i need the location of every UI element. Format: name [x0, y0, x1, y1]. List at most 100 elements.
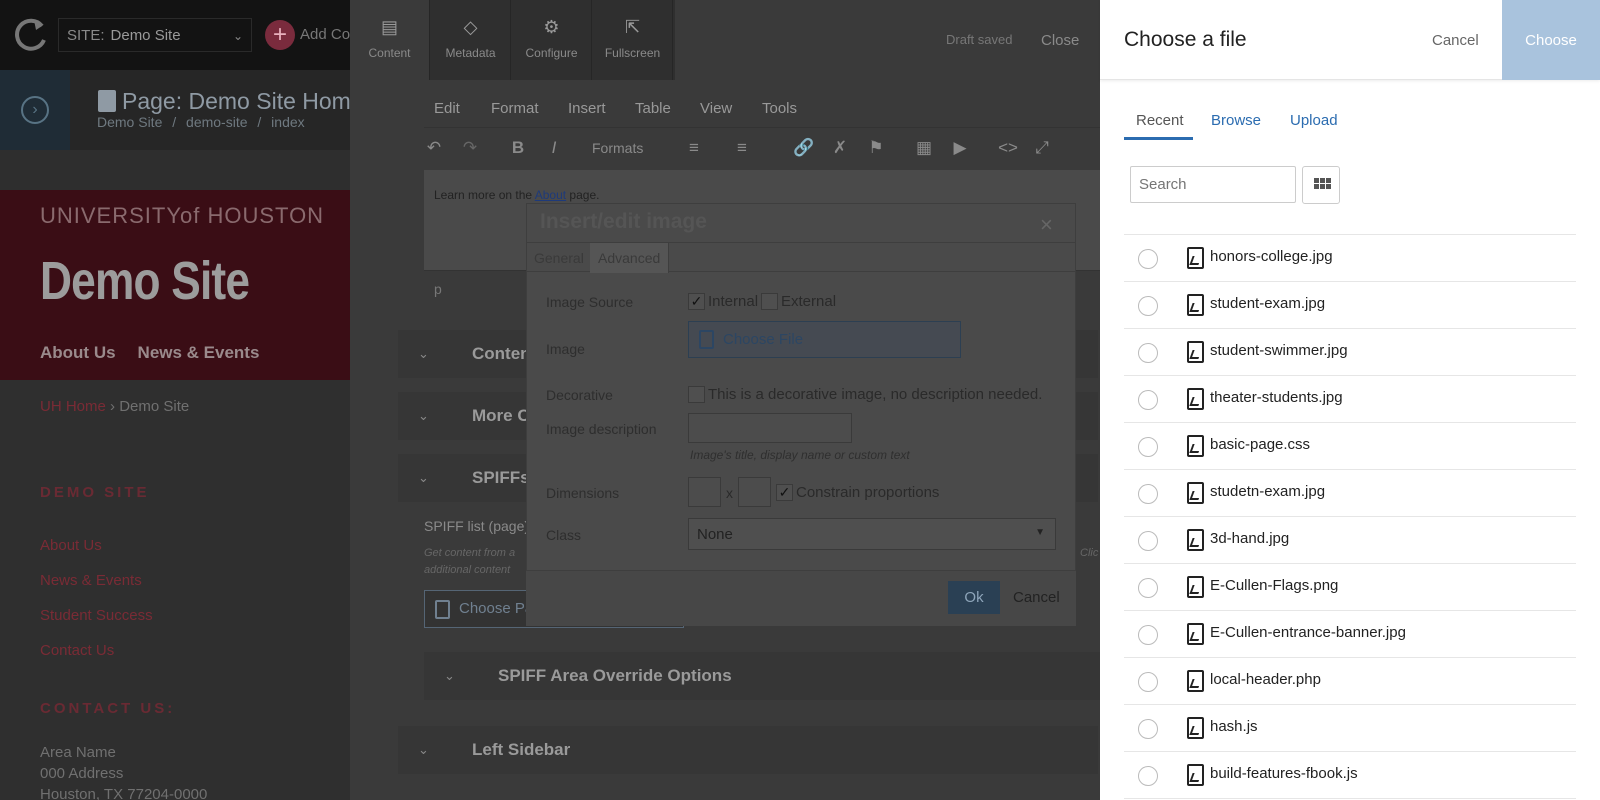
preview-address-line: Area Name: [40, 744, 116, 761]
file-list-item[interactable]: E-Cullen-Flags.png: [1124, 564, 1576, 611]
close-icon[interactable]: ×: [1040, 212, 1053, 238]
preview-nav-news[interactable]: News & Events: [138, 343, 260, 362]
tab-browse[interactable]: Browse: [1211, 112, 1261, 129]
redo-icon[interactable]: ↷: [458, 138, 482, 158]
ok-button[interactable]: Ok: [948, 581, 1000, 614]
preview-crumb-home[interactable]: UH Home: [40, 398, 106, 415]
section-spiff-override[interactable]: ⌄ SPIFF Area Override Options: [424, 652, 1100, 700]
internal-checkbox[interactable]: ✓: [688, 293, 705, 310]
file-search-input[interactable]: [1130, 166, 1296, 203]
numbered-list-icon[interactable]: ≡: [730, 138, 754, 158]
menu-tools[interactable]: Tools: [762, 100, 797, 117]
file-list-item[interactable]: hash.js: [1124, 705, 1576, 752]
tab-advanced[interactable]: Advanced: [590, 243, 670, 273]
file-radio[interactable]: [1138, 625, 1158, 645]
file-list-item[interactable]: basic-page.css: [1124, 423, 1576, 470]
file-radio[interactable]: [1138, 719, 1158, 739]
menu-insert[interactable]: Insert: [568, 100, 606, 117]
tab-content[interactable]: ▤ Content: [350, 0, 430, 80]
bullet-list-icon[interactable]: ≡: [682, 138, 706, 158]
file-list-item[interactable]: 3d-hand.jpg: [1124, 517, 1576, 564]
media-icon[interactable]: ▶: [948, 138, 972, 158]
site-value: Demo Site: [110, 27, 181, 44]
file-list-item[interactable]: E-Cullen-entrance-banner.jpg: [1124, 611, 1576, 658]
menu-format[interactable]: Format: [491, 100, 539, 117]
preview-sidebar-link[interactable]: News & Events: [40, 572, 142, 589]
file-list-item[interactable]: build-features-fbook.js: [1124, 752, 1576, 799]
file-radio[interactable]: [1138, 296, 1158, 316]
bookmark-icon[interactable]: ⚑: [864, 138, 888, 158]
source-code-icon[interactable]: <>: [996, 138, 1020, 158]
file-radio[interactable]: [1138, 578, 1158, 598]
choose-file-button[interactable]: Choose File: [688, 321, 961, 358]
grid-view-icon[interactable]: [1302, 166, 1340, 204]
tab-general[interactable]: General: [526, 243, 593, 273]
tab-configure[interactable]: ⚙ Configure: [512, 0, 592, 80]
bold-icon[interactable]: B: [506, 138, 530, 158]
tab-fullscreen[interactable]: ⇱ Fullscreen: [593, 0, 673, 80]
undo-icon[interactable]: ↶: [422, 138, 446, 158]
file-radio[interactable]: [1138, 437, 1158, 457]
menu-view[interactable]: View: [700, 100, 732, 117]
image-icon[interactable]: ▦: [912, 138, 936, 158]
cms-logo-icon[interactable]: [12, 16, 48, 52]
tab-label: Fullscreen: [604, 46, 661, 60]
height-input[interactable]: [738, 477, 771, 507]
dimension-separator: x: [726, 485, 733, 501]
fullscreen-icon[interactable]: ⤢: [1030, 138, 1054, 158]
tab-recent[interactable]: Recent: [1136, 112, 1184, 129]
rte-link-about[interactable]: About: [535, 188, 566, 202]
menu-table[interactable]: Table: [635, 100, 671, 117]
file-chooser-cancel-button[interactable]: Cancel: [1432, 32, 1479, 49]
width-input[interactable]: [688, 477, 721, 507]
file-list-item[interactable]: theater-students.jpg: [1124, 376, 1576, 423]
file-list-item[interactable]: student-swimmer.jpg: [1124, 329, 1576, 376]
breadcrumb-folder[interactable]: demo-site: [186, 114, 247, 130]
file-list-item[interactable]: student-exam.jpg: [1124, 282, 1576, 329]
external-checkbox[interactable]: [761, 293, 778, 310]
stage: SITE: Demo Site ⌄ + Add Co › Page: Demo S…: [0, 0, 1600, 800]
file-radio[interactable]: [1138, 484, 1158, 504]
sidebar-toggle-button[interactable]: ›: [0, 70, 70, 150]
constrain-checkbox[interactable]: ✓: [776, 484, 793, 501]
preview-sidebar-link[interactable]: Student Success: [40, 607, 153, 624]
editor-close-button[interactable]: Close: [1041, 32, 1079, 49]
decorative-checkbox[interactable]: [688, 386, 705, 403]
dialog-cancel-button[interactable]: Cancel: [1013, 589, 1060, 606]
file-radio[interactable]: [1138, 390, 1158, 410]
file-list-item[interactable]: honors-college.jpg: [1124, 235, 1576, 282]
image-description-input[interactable]: [688, 413, 852, 443]
section-left-sidebar[interactable]: ⌄ Left Sidebar: [398, 726, 1098, 774]
preview-contact-heading: CONTACT US:: [40, 700, 176, 717]
italic-icon[interactable]: I: [542, 138, 566, 158]
tab-upload[interactable]: Upload: [1290, 112, 1338, 129]
class-select[interactable]: None ▼: [688, 518, 1056, 550]
file-icon: [1187, 529, 1204, 551]
breadcrumb-site[interactable]: Demo Site: [97, 114, 162, 130]
add-content-plus-icon[interactable]: +: [265, 20, 295, 50]
file-chooser-choose-button[interactable]: Choose: [1502, 0, 1600, 80]
file-radio[interactable]: [1138, 672, 1158, 692]
chevron-down-icon: ⌄: [418, 346, 429, 361]
breadcrumb-page[interactable]: index: [271, 114, 304, 130]
link-icon[interactable]: 🔗: [792, 138, 816, 158]
file-radio[interactable]: [1138, 766, 1158, 786]
preview-sidebar-link[interactable]: About Us: [40, 537, 102, 554]
formats-dropdown[interactable]: Formats: [592, 140, 643, 156]
menu-edit[interactable]: Edit: [434, 100, 460, 117]
section-label: SPIFFs: [472, 468, 530, 487]
file-list-item[interactable]: studetn-exam.jpg: [1124, 470, 1576, 517]
tab-metadata[interactable]: ◇ Metadata: [431, 0, 511, 80]
preview-nav-about[interactable]: About Us: [40, 343, 116, 362]
file-radio[interactable]: [1138, 531, 1158, 551]
preview-sidebar-link[interactable]: Contact Us: [40, 642, 114, 659]
add-content-button[interactable]: Add Co: [300, 26, 350, 43]
file-radio[interactable]: [1138, 343, 1158, 363]
file-icon: [1187, 294, 1204, 316]
file-radio[interactable]: [1138, 249, 1158, 269]
constrain-label: Constrain proportions: [796, 484, 940, 501]
file-list-item[interactable]: local-header.php: [1124, 658, 1576, 705]
site-selector[interactable]: SITE: Demo Site ⌄: [58, 18, 252, 52]
preview-crumb-current: Demo Site: [119, 398, 190, 415]
unlink-icon[interactable]: ✗: [828, 138, 852, 158]
